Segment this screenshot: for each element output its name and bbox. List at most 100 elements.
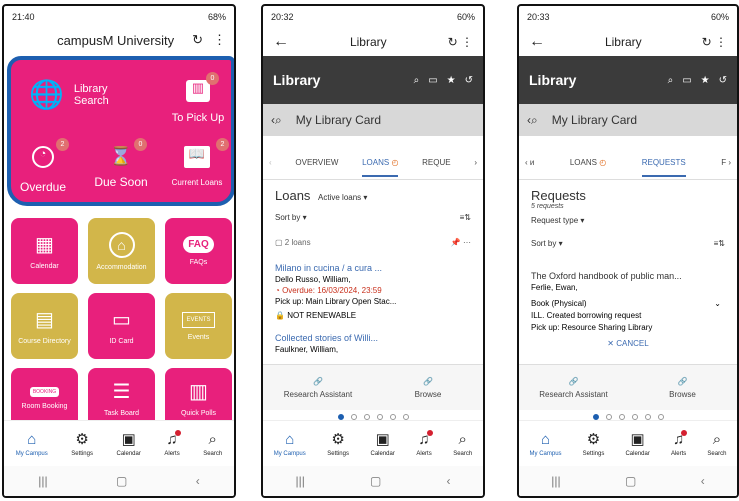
library-search-button[interactable]: 🌐 Library Search	[29, 78, 124, 111]
nav-label: My Campus	[529, 450, 562, 457]
tab-scroll-left-icon[interactable]: ‹	[269, 158, 272, 167]
current-loans-button[interactable]: 📖 Current Loans 2	[161, 138, 233, 187]
tile-room-booking[interactable]: BOOKING Room Booking	[11, 368, 78, 428]
star-icon[interactable]: ★	[447, 75, 456, 86]
tile-faqs[interactable]: FAQ FAQs	[165, 218, 232, 284]
history-icon[interactable]: ↺	[465, 75, 473, 86]
bell-icon: ♫	[673, 429, 688, 448]
link-chain-icon: 🔗	[677, 376, 688, 386]
nav-alerts[interactable]: ♫ Alerts	[416, 429, 433, 457]
to-pick-up-button[interactable]: ▥ To Pick Up 0	[163, 72, 233, 124]
refresh-icon[interactable]: ↻ ⋮	[702, 35, 727, 49]
back-icon[interactable]: ‹	[701, 474, 705, 488]
search-icon[interactable]: ⌕	[668, 75, 674, 86]
chevron-down-icon[interactable]: ⌄	[714, 298, 721, 310]
tab-scroll-right-icon[interactable]: ›	[474, 158, 477, 167]
loan-title[interactable]: Collected stories of Willi...	[275, 333, 471, 344]
nav-alerts[interactable]: ♫ Alerts	[164, 429, 181, 457]
tile-course-directory[interactable]: ▤ Course Directory	[11, 293, 78, 359]
library-header: Library ⌕ ▭ ★ ↺	[263, 56, 483, 104]
home-button-icon[interactable]: ▢	[370, 474, 381, 488]
more-menu-icon[interactable]: ⋮	[213, 32, 226, 48]
tile-events[interactable]: EVENTS Events	[165, 293, 232, 359]
tab-loans[interactable]: LOANS ◴	[362, 158, 399, 177]
nav-settings[interactable]: ⚙ Settings	[71, 430, 93, 457]
nav-my-campus[interactable]: ⌂ My Campus	[274, 431, 306, 457]
loan-status: 🔒 NOT RENEWABLE	[275, 310, 471, 321]
star-icon[interactable]: ★	[701, 75, 710, 86]
recent-apps-icon[interactable]: |||	[38, 474, 47, 488]
refresh-icon[interactable]: ↻ ⋮	[448, 35, 473, 49]
sort-order-icon[interactable]: ≡⇅	[714, 239, 725, 248]
active-loans-dropdown[interactable]: Active loans ▾	[318, 193, 367, 202]
nav-my-campus[interactable]: ⌂ My Campus	[530, 431, 562, 457]
nav-settings[interactable]: ⚙ Settings	[327, 430, 349, 457]
loans-section: Loans Active loans ▾ Sort by ▾ ≡⇅ ▢ 2 lo…	[263, 180, 483, 363]
history-icon[interactable]: ↺	[719, 75, 727, 86]
tab-requests[interactable]: REQUESTS	[641, 158, 686, 177]
nav-alerts[interactable]: ♫ Alerts	[671, 429, 688, 457]
tile-accommodation[interactable]: ⌂ Accommodation	[88, 218, 155, 284]
card-icon[interactable]: ▭	[428, 75, 437, 86]
tile-calendar[interactable]: ▦ Calendar	[11, 218, 78, 284]
browse-link[interactable]: 🔗 Browse	[373, 365, 483, 410]
nav-settings[interactable]: ⚙ Settings	[583, 430, 605, 457]
collapse-search-icon[interactable]: ‹⌕	[271, 113, 282, 128]
request-item[interactable]: The Oxford handbook of public man... Fer…	[531, 270, 725, 350]
browse-label: Browse	[414, 389, 442, 399]
nav-search[interactable]: ⌕ Search	[203, 431, 222, 457]
id-card-icon: ▭	[112, 309, 131, 331]
sort-by-dropdown[interactable]: Sort by ▾	[531, 239, 563, 248]
search-icon: ⌕	[208, 430, 217, 448]
card-icon[interactable]: ▭	[682, 75, 691, 86]
tab-scroll-right-icon[interactable]: F ›	[721, 158, 731, 167]
back-arrow-icon[interactable]: ←	[273, 33, 289, 51]
search-icon[interactable]: ⌕	[414, 75, 420, 86]
request-type-dropdown[interactable]: Request type ▾	[531, 216, 725, 225]
collapse-search-icon[interactable]: ‹⌕	[527, 113, 538, 128]
nav-label: Alerts	[416, 450, 432, 457]
tab-requests[interactable]: REQUE	[422, 158, 450, 167]
back-icon[interactable]: ‹	[196, 474, 200, 488]
research-assistant-link[interactable]: 🔗 Research Assistant	[519, 365, 628, 410]
back-arrow-icon[interactable]: ←	[529, 33, 545, 51]
library-title: Library	[529, 72, 577, 88]
tile-task-board[interactable]: ☰ Task Board	[88, 368, 155, 428]
tab-loans[interactable]: LOANS ◴	[570, 158, 606, 167]
nav-my-campus[interactable]: ⌂ My Campus	[16, 431, 48, 457]
browse-link[interactable]: 🔗 Browse	[628, 365, 737, 410]
request-title[interactable]: The Oxford handbook of public man...	[531, 270, 725, 282]
due-soon-button[interactable]: ⌛ Due Soon 0	[91, 138, 151, 189]
sort-order-icon[interactable]: ≡⇅	[460, 213, 471, 222]
nav-calendar[interactable]: ▣ Calendar	[625, 430, 649, 457]
nav-calendar[interactable]: ▣ Calendar	[116, 430, 140, 457]
recent-apps-icon[interactable]: |||	[551, 474, 560, 488]
tab-scroll-left-icon[interactable]: ‹ ᴎ	[525, 158, 534, 167]
clock-icon: ◔	[32, 146, 54, 168]
loan-title[interactable]: Milano in cucina / a cura ...	[275, 263, 471, 274]
tab-overview[interactable]: OVERVIEW	[295, 158, 338, 167]
my-library-card-bar[interactable]: ‹⌕ My Library Card	[263, 104, 483, 136]
my-library-card-bar[interactable]: ‹⌕ My Library Card	[519, 104, 737, 136]
sort-by-dropdown[interactable]: Sort by ▾	[275, 213, 307, 222]
select-all-checkbox[interactable]: ▢ 2 loans	[275, 238, 311, 247]
cancel-button[interactable]: ✕ CANCEL	[531, 338, 725, 350]
recent-apps-icon[interactable]: |||	[296, 474, 305, 488]
app-bar-title: Library	[604, 35, 642, 49]
overdue-button[interactable]: ◔ Overdue 2	[13, 138, 73, 194]
nav-search[interactable]: ⌕ Search	[707, 431, 726, 457]
nav-calendar[interactable]: ▣ Calendar	[370, 430, 394, 457]
loan-item[interactable]: Collected stories of Willi... Faulkner, …	[275, 333, 471, 355]
home-button-icon[interactable]: ▢	[625, 474, 636, 488]
to-pick-up-label: To Pick Up	[171, 112, 225, 124]
tile-quick-polls[interactable]: ▥ Quick Polls	[165, 368, 232, 428]
home-button-icon[interactable]: ▢	[116, 474, 127, 488]
nav-search[interactable]: ⌕ Search	[453, 431, 472, 457]
tile-id-card[interactable]: ▭ ID Card	[88, 293, 155, 359]
refresh-icon[interactable]: ↻	[192, 32, 203, 48]
loan-item[interactable]: Milano in cucina / a cura ... Dello Russ…	[275, 263, 471, 321]
android-system-bar: ||| ▢ ‹	[4, 466, 234, 496]
pin-icon[interactable]: 📌 ⋯	[451, 238, 471, 247]
research-assistant-link[interactable]: 🔗 Research Assistant	[263, 365, 373, 410]
back-icon[interactable]: ‹	[446, 474, 450, 488]
